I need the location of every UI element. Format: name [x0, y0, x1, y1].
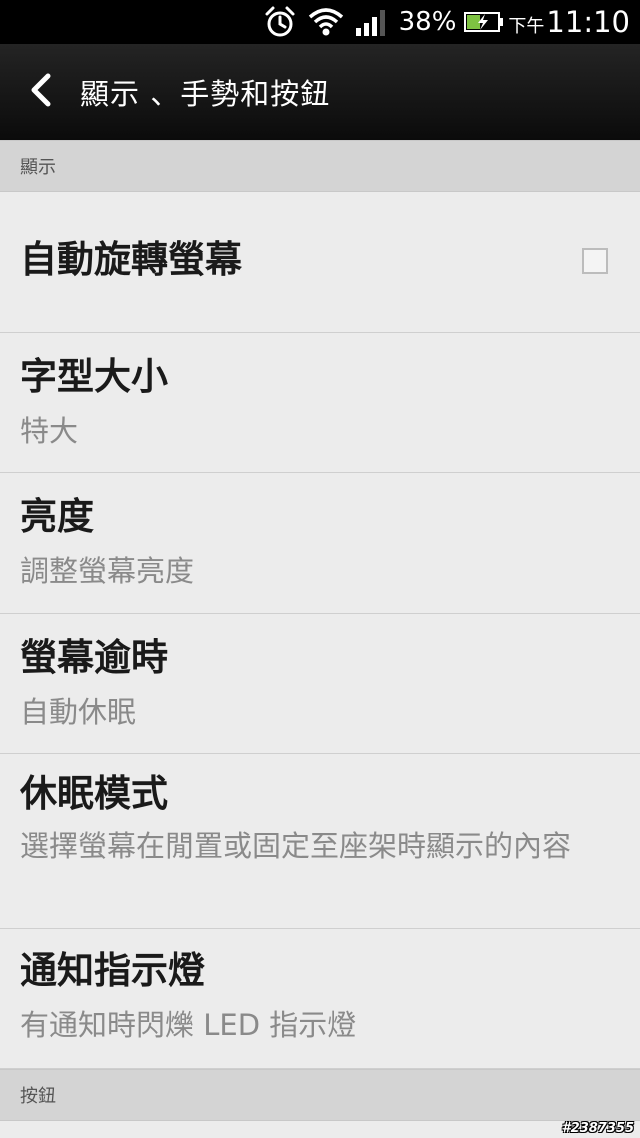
watermark: #2387355 — [561, 1121, 634, 1136]
setting-subtitle: 選擇螢幕在閒置或固定至座架時顯示的內容 — [20, 829, 572, 863]
setting-sleep-mode[interactable]: 休眠模式 選擇螢幕在閒置或固定至座架時顯示的內容 — [0, 754, 640, 929]
setting-title: 休眠模式 — [20, 772, 168, 815]
auto-rotate-checkbox[interactable] — [582, 248, 608, 274]
back-button[interactable] — [0, 44, 80, 140]
setting-title: 螢幕逾時 — [20, 636, 168, 679]
chevron-left-icon — [26, 72, 54, 112]
page-title: 顯示 、手勢和按鈕 — [80, 77, 331, 111]
section-header-display: 顯示 — [0, 140, 640, 192]
battery-percent: 38% — [398, 7, 457, 37]
setting-title: 自動旋轉螢幕 — [20, 238, 242, 281]
setting-font-size[interactable]: 字型大小 特大 — [0, 333, 640, 473]
setting-title: 亮度 — [20, 495, 94, 538]
setting-notification-light[interactable]: 通知指示燈 有通知時閃爍 LED 指示燈 — [0, 929, 640, 1069]
setting-subtitle: 有通知時閃爍 LED 指示燈 — [20, 1008, 357, 1042]
setting-title: 字型大小 — [20, 355, 168, 398]
status-bar: 38% 下午 11:10 — [0, 0, 640, 44]
setting-brightness[interactable]: 亮度 調整螢幕亮度 — [0, 473, 640, 614]
signal-icon — [355, 8, 389, 36]
battery-charging-icon — [464, 11, 504, 33]
action-bar: 顯示 、手勢和按鈕 — [0, 44, 640, 141]
wifi-icon — [307, 7, 345, 37]
time-ampm: 下午 — [508, 16, 545, 37]
setting-subtitle: 自動休眠 — [20, 695, 137, 729]
status-time: 11:10 — [546, 5, 630, 39]
setting-title: 通知指示燈 — [20, 949, 205, 992]
setting-screen-timeout[interactable]: 螢幕逾時 自動休眠 — [0, 614, 640, 754]
alarm-icon — [263, 5, 297, 39]
setting-subtitle: 調整螢幕亮度 — [20, 554, 195, 588]
setting-auto-rotate[interactable]: 自動旋轉螢幕 — [0, 192, 640, 333]
setting-subtitle: 特大 — [20, 414, 79, 448]
section-header-buttons: 按鈕 — [0, 1069, 640, 1121]
